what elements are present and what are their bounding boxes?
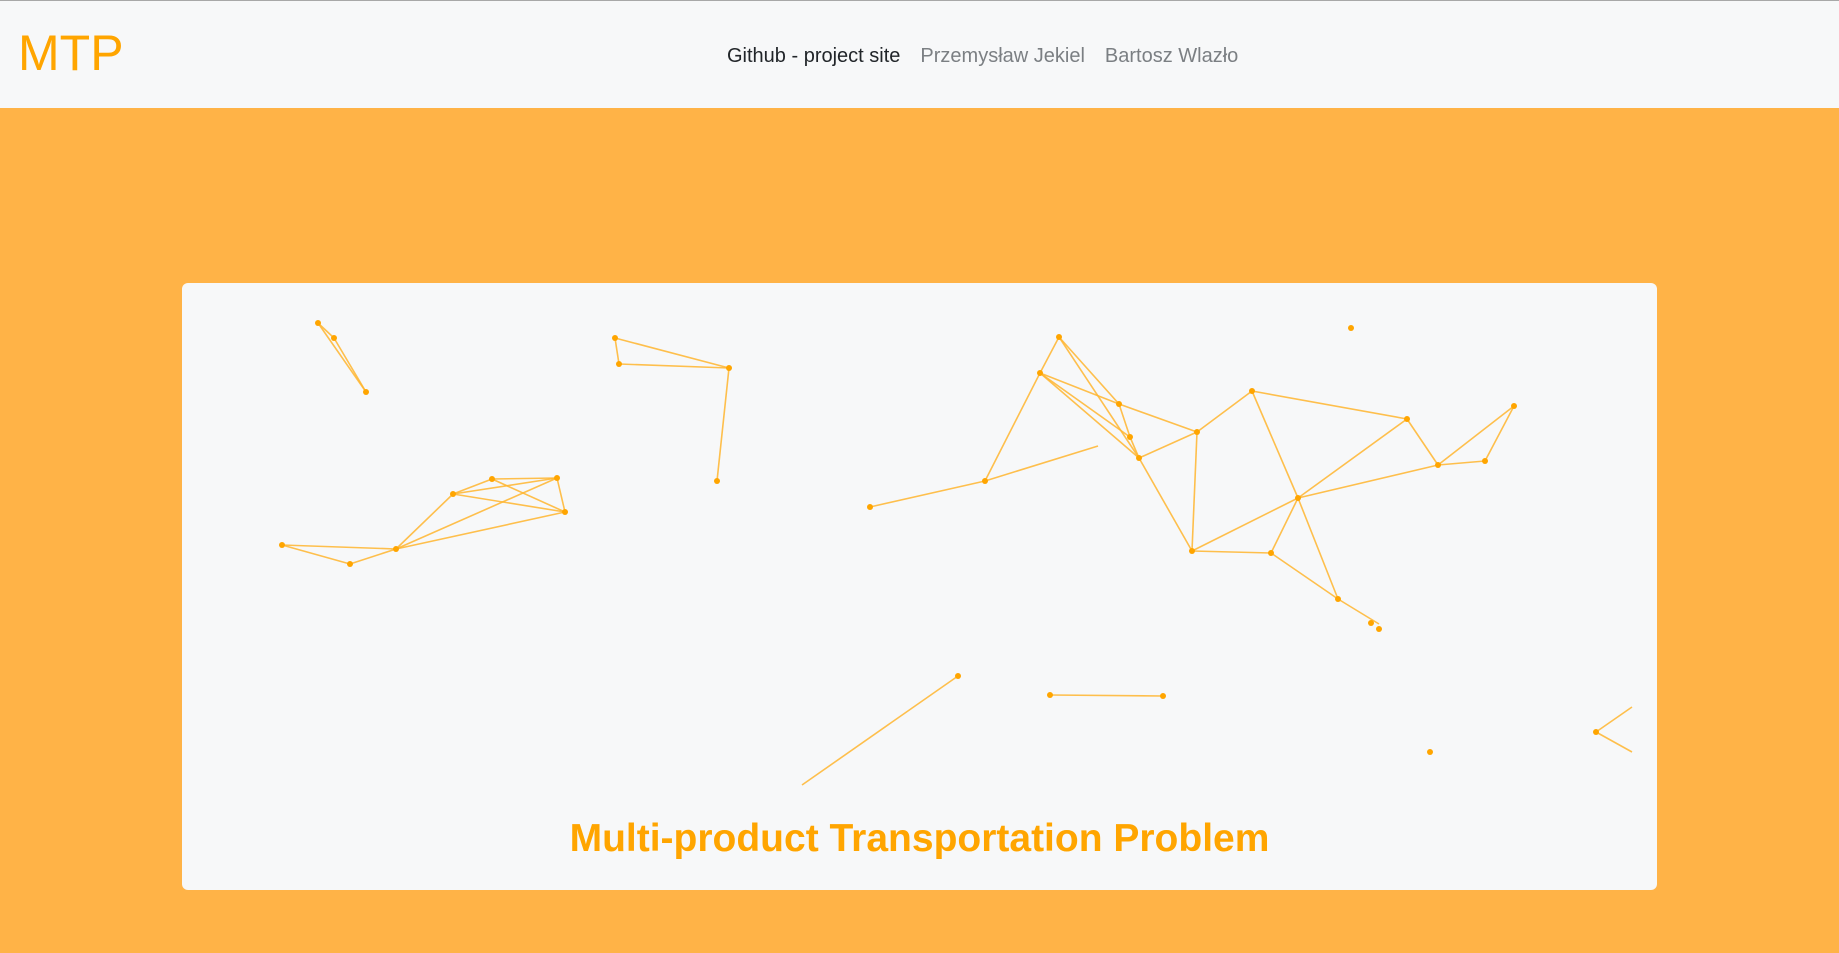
hero-title: Multi-product Transportation Problem	[569, 817, 1270, 860]
nav-link-przemyslaw-jekiel[interactable]: Przemysław Jekiel	[920, 44, 1084, 68]
nav-link-github[interactable]: Github - project site	[727, 44, 900, 68]
brand-logo[interactable]: MTP	[18, 28, 124, 78]
network-lines	[281, 322, 1633, 786]
navbar: MTP Github - project site Przemysław Jek…	[0, 1, 1839, 108]
hero-card: Multi-product Transportation Problem	[182, 283, 1657, 890]
nav-link-bartosz-wlazlo[interactable]: Bartosz Wlazło	[1105, 44, 1238, 68]
particle-network-canvas	[279, 320, 1633, 786]
nav-links: Github - project site Przemysław Jekiel …	[727, 44, 1238, 68]
